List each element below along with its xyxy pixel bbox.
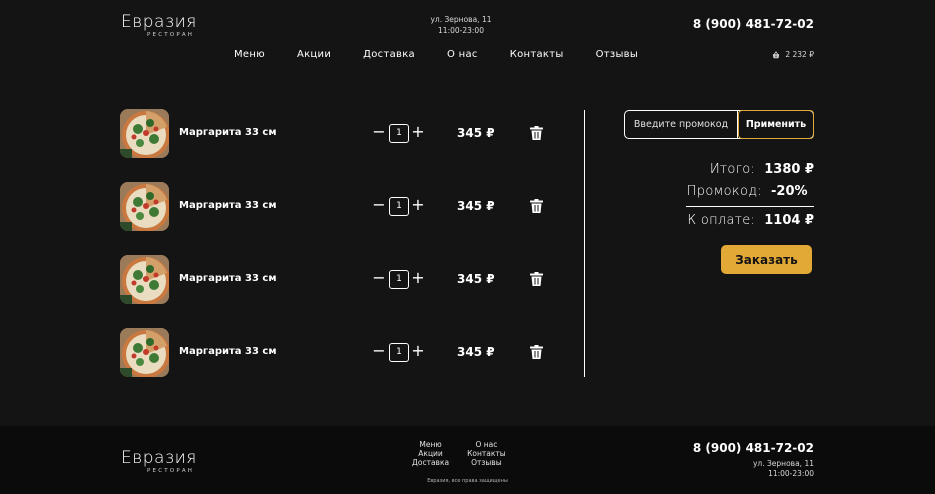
nav-item-menu[interactable]: Меню — [234, 49, 265, 60]
total-value: 1380 ₽ — [764, 162, 814, 177]
footer-hours: 11:00-23:00 — [768, 469, 814, 478]
basket-icon — [773, 50, 780, 58]
pizza-image — [120, 182, 169, 231]
pizza-image — [120, 109, 169, 158]
footer-link-menu[interactable]: Меню — [419, 440, 441, 449]
nav-item-about[interactable]: О нас — [447, 49, 478, 60]
footer-link-contacts[interactable]: Контакты — [467, 449, 506, 458]
footer-phone[interactable]: 8 (900) 481-72-02 — [693, 441, 814, 455]
summary-payable: К оплате: 1104 ₽ — [614, 213, 814, 228]
footer-link-about[interactable]: О нас — [475, 440, 497, 449]
cart-item: Маргарита 33 см − 1 + 345 ₽ — [120, 109, 550, 159]
payable-label: К оплате: — [687, 213, 756, 228]
qty-decrease-button[interactable]: − — [372, 122, 386, 142]
qty-input[interactable]: 1 — [389, 124, 409, 143]
footer-nav-column: О нас Контакты Отзывы — [467, 440, 506, 467]
total-label: Итого: — [709, 162, 756, 177]
header-address: ул. Зернова, 11 — [430, 15, 492, 24]
qty-increase-button[interactable]: + — [411, 268, 425, 288]
item-name: Маргарита 33 см — [179, 273, 277, 284]
trash-icon[interactable] — [530, 199, 543, 213]
promo-code-input[interactable] — [625, 111, 738, 138]
footer-logo-subtitle: РЕСТОРАН — [147, 468, 195, 474]
cart-item: Маргарита 33 см − 1 + 345 ₽ — [120, 328, 550, 378]
nav-item-promotions[interactable]: Акции — [297, 49, 331, 60]
header-cart[interactable]: 2 232 ₽ — [772, 50, 814, 59]
qty-increase-button[interactable]: + — [411, 341, 425, 361]
footer-nav-column: Меню Акции Доставка — [412, 440, 449, 467]
qty-input[interactable]: 1 — [389, 343, 409, 362]
cart-item: Маргарита 33 см − 1 + 345 ₽ — [120, 255, 550, 305]
logo-name: Евразия — [121, 12, 197, 32]
footer-link-reviews[interactable]: Отзывы — [471, 458, 502, 467]
cart-item: Маргарита 33 см − 1 + 345 ₽ — [120, 182, 550, 232]
footer-link-promotions[interactable]: Акции — [418, 449, 443, 458]
main-nav: Меню Акции Доставка О нас Контакты Отзыв… — [234, 49, 638, 60]
header-hours: 11:00-23:00 — [438, 26, 484, 35]
nav-item-contacts[interactable]: Контакты — [510, 49, 564, 60]
qty-increase-button[interactable]: + — [411, 122, 425, 142]
logo[interactable]: Евразия РЕСТОРАН — [121, 12, 197, 39]
nav-item-delivery[interactable]: Доставка — [363, 49, 415, 60]
column-divider — [584, 110, 585, 377]
item-price: 345 ₽ — [457, 126, 495, 140]
header-phone[interactable]: 8 (900) 481-72-02 — [693, 17, 814, 31]
order-button[interactable]: Заказать — [721, 245, 812, 274]
qty-decrease-button[interactable]: − — [372, 341, 386, 361]
nav-item-reviews[interactable]: Отзывы — [596, 49, 639, 60]
footer-nav: Меню Акции Доставка О нас Контакты Отзыв… — [412, 440, 506, 467]
summary-total: Итого: 1380 ₽ — [614, 162, 814, 177]
site-header: Евразия РЕСТОРАН ул. Зернова, 11 11:00-2… — [0, 0, 935, 80]
qty-input[interactable]: 1 — [389, 270, 409, 289]
trash-icon[interactable] — [530, 272, 543, 286]
payable-value: 1104 ₽ — [764, 213, 814, 228]
promo-label: Промокод: — [686, 184, 762, 199]
qty-input[interactable]: 1 — [389, 197, 409, 216]
promo-value: -20% — [771, 184, 808, 199]
trash-icon[interactable] — [530, 345, 543, 359]
item-price: 345 ₽ — [457, 199, 495, 213]
site-footer: Евразия РЕСТОРАН Меню Акции Доставка О н… — [0, 426, 935, 494]
item-name: Маргарита 33 см — [179, 127, 277, 138]
qty-decrease-button[interactable]: − — [372, 268, 386, 288]
apply-promo-button[interactable]: Применить — [738, 110, 814, 139]
item-name: Маргарита 33 см — [179, 200, 277, 211]
item-price: 345 ₽ — [457, 345, 495, 359]
promo-form: Применить — [624, 110, 814, 139]
qty-increase-button[interactable]: + — [411, 195, 425, 215]
footer-logo[interactable]: Евразия РЕСТОРАН — [121, 448, 197, 475]
qty-decrease-button[interactable]: − — [372, 195, 386, 215]
footer-link-delivery[interactable]: Доставка — [412, 458, 449, 467]
footer-address: ул. Зернова, 11 — [752, 459, 814, 468]
summary-divider — [686, 206, 814, 207]
footer-address-block: ул. Зернова, 11 11:00-23:00 — [753, 459, 814, 479]
trash-icon[interactable] — [530, 126, 543, 140]
item-price: 345 ₽ — [457, 272, 495, 286]
header-cart-total: 2 232 ₽ — [785, 50, 814, 59]
summary-promo: Промокод: -20% — [614, 184, 814, 199]
header-address-block: ул. Зернова, 11 11:00-23:00 — [420, 14, 502, 36]
footer-logo-name: Евразия — [121, 448, 197, 468]
item-name: Маргарита 33 см — [179, 346, 277, 357]
pizza-image — [120, 328, 169, 377]
logo-subtitle: РЕСТОРАН — [147, 32, 195, 38]
pizza-image — [120, 255, 169, 304]
